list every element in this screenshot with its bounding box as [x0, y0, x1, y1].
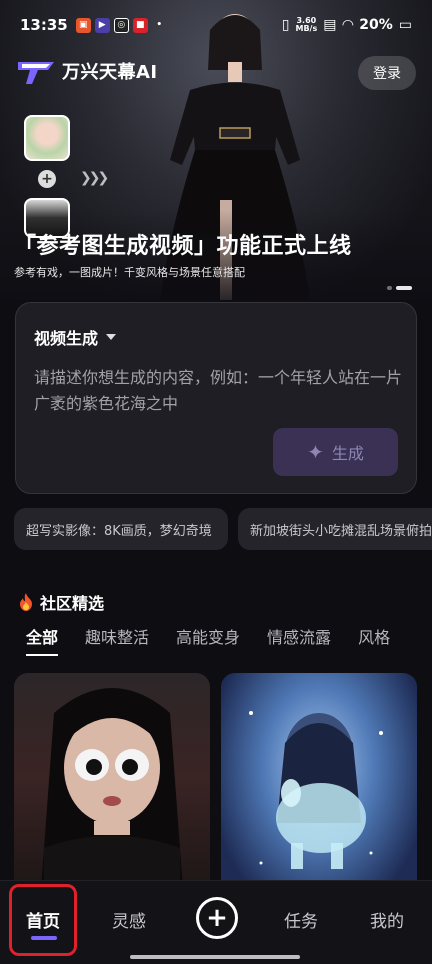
glowing-animal-image: [249, 711, 383, 869]
generate-button-label: 生成: [331, 444, 364, 463]
news-app-notification-icon: ■: [132, 17, 148, 33]
community-title: 社区精选: [40, 594, 105, 613]
community-video-card[interactable]: [14, 673, 210, 903]
caret-down-icon: [106, 334, 117, 340]
nav-home-indicator: [31, 936, 57, 940]
brand-logo-icon: [18, 62, 54, 84]
brand: 万兴天幕AI: [18, 58, 158, 84]
suggestion-chip[interactable]: 新加坡街头小吃摊混乱场景俯拍: [238, 508, 432, 550]
nav-tasks[interactable]: 任务: [284, 907, 318, 932]
nav-home[interactable]: 首页: [26, 907, 60, 932]
bottom-navigation: 首页 灵感 + 任务 我的: [0, 880, 432, 964]
status-bar: 13:35 ▣ ▶ ◎ ■ • ▯ 3.60 MB/s ▤ ◠ 20% ▭: [0, 0, 432, 50]
generate-button[interactable]: ✦ 生成: [273, 428, 398, 476]
brand-name: 万兴天幕AI: [62, 62, 158, 83]
community-video-card[interactable]: [221, 673, 417, 903]
nav-inspiration[interactable]: 灵感: [112, 907, 146, 932]
generation-mode-label: 视频生成: [34, 329, 99, 348]
tab-all[interactable]: 全部: [26, 624, 59, 656]
system-home-indicator[interactable]: [130, 955, 300, 959]
fire-icon: [20, 593, 32, 611]
camera-app-notification-icon: ◎: [113, 17, 129, 33]
more-notifications-icon: •: [156, 20, 163, 30]
generation-mode-dropdown[interactable]: 视频生成: [34, 325, 117, 349]
network-speed-unit: MB/s: [295, 24, 318, 33]
nav-mine[interactable]: 我的: [370, 907, 404, 932]
tab-fun[interactable]: 趣味整活: [85, 624, 149, 648]
hero-subtitle: 参考有戏，一图成片！千变风格与场景任意搭配: [14, 266, 245, 279]
prompt-input[interactable]: 请描述你想生成的内容，例如：一个年轻人站在一片广袤的紫色花海之中: [34, 365, 404, 417]
prompt-suggestions: 超写实影像：8K画质，梦幻奇境 新加坡街头小吃摊混乱场景俯拍: [14, 508, 432, 550]
battery-level: 20%: [359, 17, 393, 33]
hero-title: 「参考图生成视频」功能正式上线: [14, 234, 352, 259]
battery-icon: ▭: [398, 17, 412, 33]
sim-icon: ▤: [323, 17, 337, 33]
generator-card: 视频生成 请描述你想生成的内容，例如：一个年轻人站在一片广袤的紫色花海之中 ✦ …: [15, 302, 417, 494]
status-time: 13:35: [20, 16, 68, 34]
tab-emotion[interactable]: 情感流露: [267, 624, 331, 648]
status-right: ▯ 3.60 MB/s ▤ ◠ 20% ▭: [281, 17, 412, 34]
network-speed: 3.60 MB/s: [295, 17, 317, 33]
plus-icon: +: [38, 170, 56, 188]
wifi-icon: ◠: [342, 17, 354, 33]
suggestion-chip[interactable]: 超写实影像：8K画质，梦幻奇境: [14, 508, 228, 550]
create-plus-icon[interactable]: +: [196, 897, 238, 939]
carousel-indicator: [387, 286, 412, 290]
tab-style[interactable]: 风格: [358, 624, 390, 648]
cartoon-girl-image: [40, 688, 184, 903]
tab-transform[interactable]: 高能变身: [176, 624, 240, 648]
chevrons-right-icon: ❯❯❯: [80, 170, 109, 186]
video-app-notification-icon: ▶: [94, 17, 110, 33]
community-tabs: 全部 趣味整活 高能变身 情感流露 风格: [26, 624, 390, 656]
login-button[interactable]: 登录: [358, 56, 416, 90]
carousel-dot-active: [396, 286, 412, 290]
app-notification-icon: ▣: [75, 17, 91, 33]
carousel-dot: [387, 286, 392, 290]
reference-image-thumbnail[interactable]: [24, 115, 70, 161]
sparkle-icon: ✦: [307, 440, 324, 464]
vibrate-icon: ▯: [281, 17, 290, 33]
community-section-header: 社区精选: [18, 590, 104, 614]
